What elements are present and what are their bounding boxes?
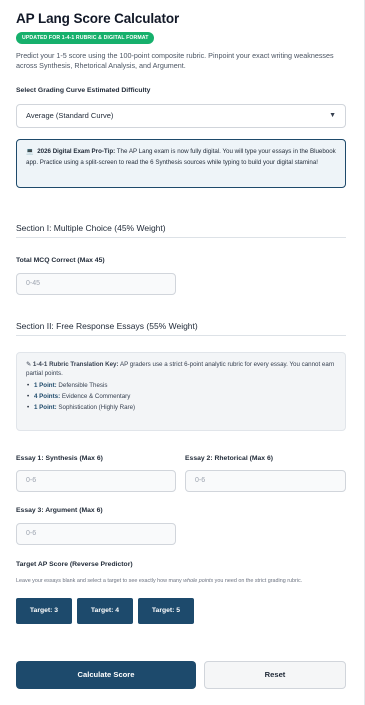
essay3-input[interactable]: 0-6: [16, 523, 176, 545]
update-badge: UPDATED FOR 1-4-1 RUBRIC & DIGITAL FORMA…: [16, 32, 155, 44]
difficulty-label: Select Grading Curve Estimated Difficult…: [16, 87, 151, 94]
rubric-key-box: ✎ 1-4-1 Rubric Translation Key: AP grade…: [16, 352, 346, 431]
section2-divider: [16, 335, 346, 336]
chevron-down-icon: ▼: [329, 112, 336, 119]
rubric-item: 1 Point: Defensible Thesis: [26, 381, 336, 392]
calculator-page: AP Lang Score Calculator UPDATED FOR 1-4…: [0, 0, 365, 705]
essay2-input[interactable]: 0-6: [185, 470, 346, 492]
laptop-icon: 💻: [26, 149, 34, 155]
reset-button[interactable]: Reset: [204, 661, 346, 689]
rubric-item: 4 Points: Evidence & Commentary: [26, 392, 336, 403]
rubric-points-list: 1 Point: Defensible Thesis 4 Points: Evi…: [26, 381, 336, 413]
target-5-button[interactable]: Target: 5: [138, 598, 194, 624]
mcq-label: Total MCQ Correct (Max 45): [16, 257, 105, 264]
target-4-button[interactable]: Target: 4: [77, 598, 133, 624]
essay1-label: Essay 1: Synthesis (Max 6): [16, 455, 103, 462]
essay1-input[interactable]: 0-6: [16, 470, 176, 492]
difficulty-selected-value: Average (Standard Curve): [26, 111, 114, 120]
pencil-icon: ✎: [26, 361, 32, 368]
section1-title: Section I: Multiple Choice (45% Weight): [16, 223, 166, 233]
intro-text: Predict your 1-5 score using the 100-poi…: [16, 51, 334, 71]
difficulty-select[interactable]: Average (Standard Curve) ▼: [16, 104, 346, 128]
target-help-text: Leave your essays blank and select a tar…: [16, 578, 303, 584]
section1-divider: [16, 237, 346, 238]
section2-title: Section II: Free Response Essays (55% We…: [16, 321, 198, 331]
tip-heading: 2026 Digital Exam Pro-Tip:: [37, 148, 116, 155]
target-3-button[interactable]: Target: 3: [16, 598, 72, 624]
key-heading: 1-4-1 Rubric Translation Key:: [32, 361, 119, 368]
page-title: AP Lang Score Calculator: [16, 11, 180, 26]
calculate-score-button[interactable]: Calculate Score: [16, 661, 196, 689]
rubric-item: 1 Point: Sophistication (Highly Rare): [26, 403, 336, 414]
digital-exam-tip: 💻 2026 Digital Exam Pro-Tip: The AP Lang…: [16, 139, 346, 188]
essay3-label: Essay 3: Argument (Max 6): [16, 507, 103, 514]
essay2-label: Essay 2: Rhetorical (Max 6): [185, 455, 274, 462]
target-label: Target AP Score (Reverse Predictor): [16, 561, 133, 568]
mcq-input[interactable]: 0-45: [16, 273, 176, 295]
